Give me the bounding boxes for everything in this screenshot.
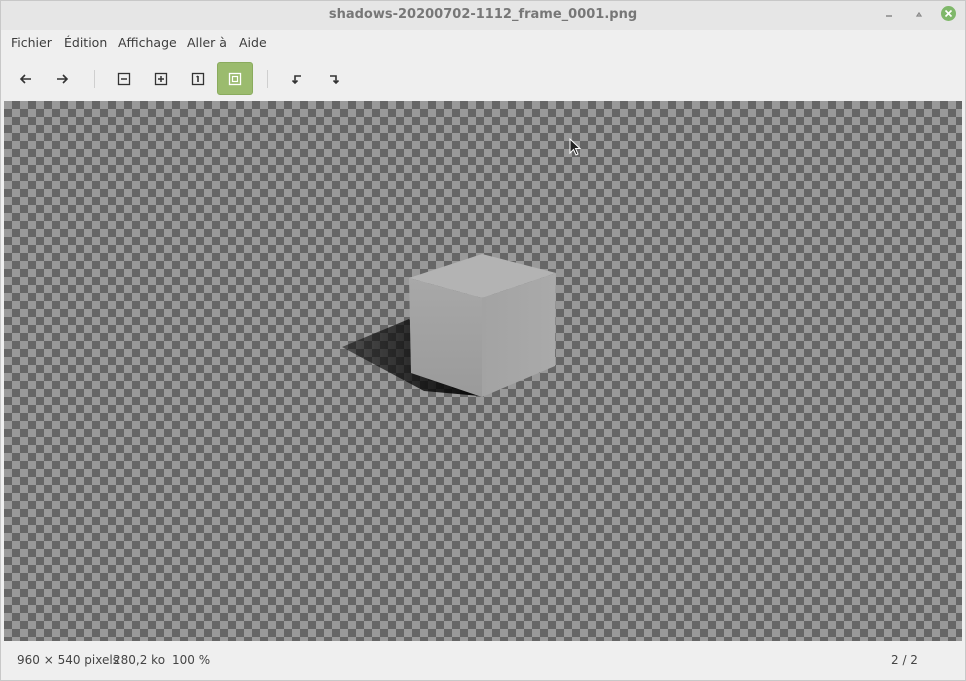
rotate-right-button[interactable] [316, 62, 352, 95]
zoom-fit-icon [228, 72, 242, 85]
arrow-right-icon [57, 73, 69, 84]
arrow-left-icon [19, 73, 31, 84]
zoom-in-button[interactable] [143, 62, 179, 95]
rotate-right-icon [330, 74, 340, 84]
zoom-in-icon [154, 72, 168, 85]
menu-edition[interactable]: Édition [64, 35, 107, 50]
zoom-normal-icon [191, 72, 205, 85]
image-position: 2 / 2 [891, 653, 918, 667]
menu-aller-a[interactable]: Aller à [187, 35, 227, 50]
menu-affichage[interactable]: Affichage [118, 35, 177, 50]
menu-fichier[interactable]: Fichier [11, 35, 52, 50]
rendered-cube-image [342, 254, 556, 397]
toolbar-separator [267, 70, 268, 88]
minimize-icon [886, 15, 892, 17]
image-canvas[interactable] [4, 101, 962, 641]
toolbar [1, 56, 965, 101]
toolbar-separator [94, 70, 95, 88]
image-dimensions: 960 × 540 pixels [17, 653, 119, 667]
menu-aide[interactable]: Aide [239, 35, 267, 50]
zoom-out-icon [117, 72, 131, 85]
next-image-button[interactable] [44, 62, 80, 95]
menu-bar: Fichier Édition Affichage Aller à Aide [1, 30, 965, 56]
rotate-left-icon [291, 74, 301, 84]
rotate-left-button[interactable] [279, 62, 315, 95]
previous-image-button[interactable] [8, 62, 44, 95]
status-bar: 960 × 540 pixels 280,2 ko 100 % 2 / 2 [1, 641, 965, 680]
title-bar[interactable]: shadows-20200702-1112_frame_0001.png [1, 1, 965, 30]
zoom-normal-button[interactable] [180, 62, 216, 95]
minimize-button[interactable] [881, 7, 897, 23]
mouse-cursor-icon [569, 138, 582, 156]
restore-button[interactable] [911, 7, 927, 23]
image-viewer-window: shadows-20200702-1112_frame_0001.png Fic… [0, 0, 966, 681]
close-icon [944, 9, 953, 18]
zoom-fit-button[interactable] [217, 62, 253, 95]
restore-icon [915, 11, 923, 17]
file-size: 280,2 ko [113, 653, 166, 667]
close-button[interactable] [941, 6, 956, 21]
zoom-out-button[interactable] [106, 62, 142, 95]
zoom-level: 100 % [172, 653, 211, 667]
window-title: shadows-20200702-1112_frame_0001.png [328, 7, 638, 22]
